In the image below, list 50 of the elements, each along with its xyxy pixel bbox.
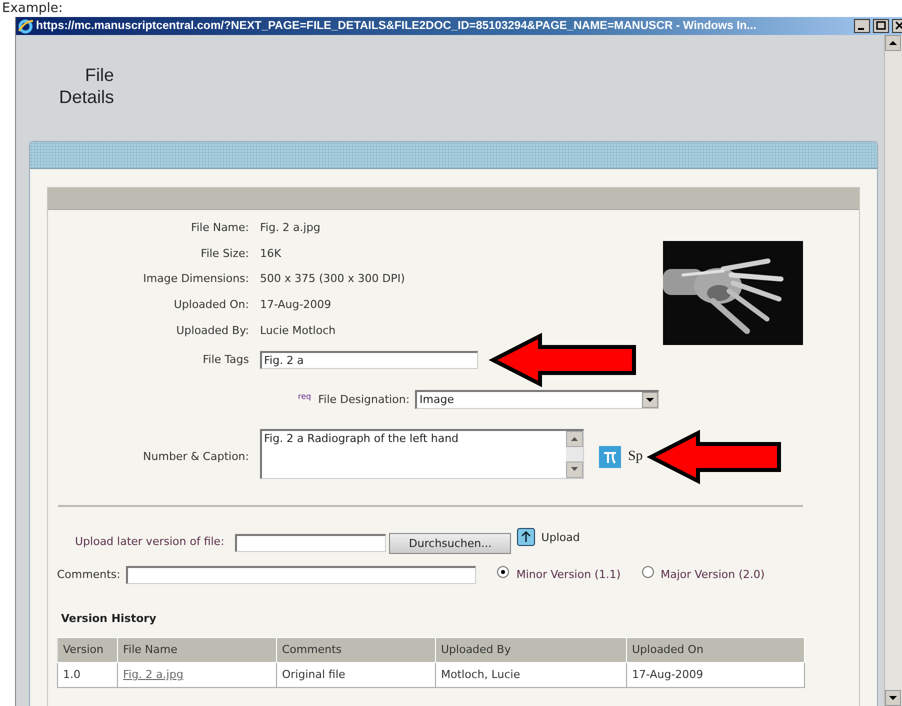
column-header: Version bbox=[58, 637, 118, 662]
special-characters-link[interactable]: Sp bbox=[628, 448, 643, 465]
field-label: File Name: bbox=[190, 221, 250, 234]
file-path-field[interactable] bbox=[235, 534, 386, 552]
field-label: Uploaded By: bbox=[175, 324, 250, 337]
caption-field[interactable]: Fig. 2 a Radiograph of the left hand bbox=[260, 428, 584, 479]
table-cell: Motloch, Lucie bbox=[436, 662, 626, 688]
field-label: Comments: bbox=[57, 568, 120, 582]
field-label: Upload later version of file: bbox=[75, 534, 224, 548]
browser-icon bbox=[18, 18, 33, 34]
field-value: 17-Aug-2009 bbox=[260, 298, 332, 312]
minimize-icon[interactable] bbox=[854, 19, 870, 33]
textarea-scrollbar[interactable] bbox=[566, 430, 583, 478]
comments-field[interactable] bbox=[126, 566, 476, 584]
field-label: Uploaded On: bbox=[172, 298, 250, 312]
caption: Example: bbox=[1, 0, 64, 17]
page-title: File Details bbox=[58, 64, 114, 108]
designation-select[interactable]: Image bbox=[414, 390, 659, 409]
file-link[interactable]: Fig. 2 a.jpg bbox=[123, 668, 184, 682]
scroll-down-icon[interactable] bbox=[885, 690, 901, 706]
field-label: Image Dimensions: bbox=[142, 272, 250, 286]
radio-button[interactable] bbox=[497, 566, 510, 578]
field-label: File Size: bbox=[200, 246, 250, 260]
field-value: Fig. 2 a.jpg bbox=[260, 221, 320, 234]
section-title: Version History bbox=[61, 612, 158, 625]
radio-label: Minor Version (1.1) bbox=[516, 568, 621, 582]
column-header: File Name bbox=[118, 637, 276, 662]
column-header: Uploaded By bbox=[436, 637, 626, 662]
table-cell: Original file bbox=[276, 662, 436, 688]
field-value: 16K bbox=[260, 246, 282, 260]
field-value: Lucie Motloch bbox=[260, 324, 336, 337]
column-header: Comments bbox=[276, 637, 436, 662]
column-header: Uploaded On bbox=[626, 637, 804, 662]
field-label: Number & Caption: bbox=[142, 449, 250, 464]
field-label: File Tags bbox=[202, 353, 250, 366]
pi-icon[interactable] bbox=[599, 446, 621, 468]
maximize-icon[interactable] bbox=[873, 19, 889, 33]
required-marker: req bbox=[298, 392, 312, 401]
scroll-up-icon[interactable] bbox=[885, 35, 901, 51]
file-tags-field[interactable]: Fig. 2 a bbox=[260, 350, 478, 369]
radio-button[interactable] bbox=[642, 566, 654, 578]
browse-button[interactable]: Durchsuchen... bbox=[389, 532, 512, 554]
field-label: File Designation: bbox=[318, 392, 410, 406]
table-cell: 17-Aug-2009 bbox=[626, 662, 804, 688]
field-value: 500 x 375 (300 x 300 DPI) bbox=[260, 272, 405, 286]
close-icon[interactable] bbox=[892, 19, 902, 33]
table-cell: 1.0 bbox=[58, 662, 118, 688]
window-title: https://mc.manuscriptcentral.com/?NEXT_PAGE=FILE_DETAILS&FILE2DOC_ID=85103294&PAGE_NAME=MANUSCR - Windows In... bbox=[36, 20, 758, 32]
upload-button[interactable]: Upload bbox=[538, 530, 580, 544]
radio-label: Major Version (2.0) bbox=[660, 568, 765, 582]
